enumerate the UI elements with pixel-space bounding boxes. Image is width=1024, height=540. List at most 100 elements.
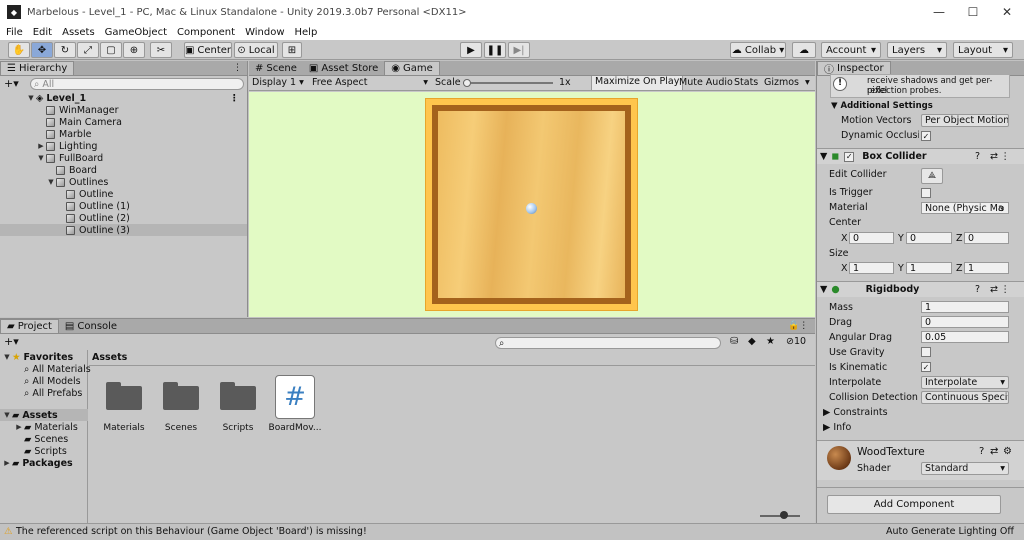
expand-arrow-icon[interactable]: ▶	[14, 423, 24, 431]
is-trigger-checkbox[interactable]	[921, 188, 931, 198]
icon-size-slider-handle[interactable]	[780, 511, 788, 519]
scale-tool-icon[interactable]: ⤢	[77, 42, 99, 58]
create-plus-icon[interactable]: +▾	[4, 77, 19, 90]
size-z-field[interactable]: 1	[964, 262, 1009, 274]
pivot-center-button[interactable]: ▣ Center	[184, 42, 232, 58]
tab-project[interactable]: ▰ Project	[0, 319, 59, 333]
help-icon[interactable]: ?	[979, 446, 984, 457]
presets-icon[interactable]: ⇄	[990, 446, 998, 457]
assets-row[interactable]: ▼ ▰ Assets	[0, 409, 88, 421]
menu-gameobject[interactable]: GameObject	[105, 27, 167, 38]
hierarchy-item[interactable]: Outline (2)	[0, 212, 247, 224]
hierarchy-item[interactable]: ▼ FullBoard	[0, 152, 247, 164]
menu-help[interactable]: Help	[295, 27, 318, 38]
rigidbody-header[interactable]: ▼ ● Rigidbody ? ⇄ ⋮	[817, 281, 1024, 297]
filter-type-icon[interactable]: ⛁	[730, 336, 738, 347]
favorite-item[interactable]: ⌕ All Models	[0, 375, 88, 387]
panel-lock-icon[interactable]: 🔒⋮	[788, 321, 808, 331]
cloud-icon[interactable]: ☁	[792, 42, 816, 58]
collision-detection-dropdown[interactable]: Continuous Speci▾	[921, 391, 1009, 404]
angular-drag-field[interactable]: 0.05	[921, 331, 1009, 343]
move-tool-icon[interactable]: ✥	[31, 42, 53, 58]
aspect-dropdown[interactable]: Free Aspect ▾	[312, 77, 430, 88]
maximize-on-play-toggle[interactable]: Maximize On Play	[591, 76, 684, 90]
center-y-field[interactable]: 0	[906, 232, 952, 244]
custom-tool-icon[interactable]: ✂	[150, 42, 172, 58]
favorites-row[interactable]: ▼ ★ Favorites	[0, 351, 88, 363]
expand-arrow-icon[interactable]: ▶	[823, 407, 830, 418]
pause-button[interactable]: ❚❚	[484, 42, 506, 58]
folder-item[interactable]: ▰ Scenes	[0, 433, 88, 445]
component-menu-icon[interactable]: ⋮	[1001, 151, 1011, 162]
tab-game[interactable]: ◉ Game	[384, 61, 440, 75]
asset-folder[interactable]: Scripts	[208, 375, 268, 437]
collapse-arrow-icon[interactable]: ▼	[820, 151, 827, 162]
step-button[interactable]: ▶|	[508, 42, 530, 58]
mass-field[interactable]: 1	[921, 301, 1009, 313]
menu-edit[interactable]: Edit	[33, 27, 52, 38]
hierarchy-item[interactable]: ▼ Outlines	[0, 176, 247, 188]
motion-vectors-dropdown[interactable]: Per Object Motion▾	[921, 114, 1009, 127]
tab-hierarchy[interactable]: ☰ Hierarchy	[0, 61, 75, 75]
interpolate-dropdown[interactable]: Interpolate ▾	[921, 376, 1009, 389]
asset-folder[interactable]: Scenes	[151, 375, 211, 437]
favorite-item[interactable]: ⌕ All Prefabs	[0, 387, 88, 399]
presets-icon[interactable]: ⇄	[990, 151, 998, 162]
packages-row[interactable]: ▶ ▰ Packages	[0, 457, 88, 469]
scale-slider[interactable]	[463, 82, 553, 84]
physic-material-field[interactable]: None (Physic Ma	[921, 202, 1009, 214]
layout-dropdown[interactable]: Layout ▾	[953, 42, 1013, 58]
info-foldout[interactable]: ▶ Info	[823, 422, 851, 433]
hand-tool-icon[interactable]: ✋	[8, 42, 30, 58]
edit-collider-button[interactable]: ⟁	[921, 168, 943, 184]
play-button[interactable]: ▶	[460, 42, 482, 58]
expand-arrow-icon[interactable]: ▶	[2, 459, 12, 467]
transform-tool-icon[interactable]: ⊕	[123, 42, 145, 58]
minimize-button[interactable]: —	[922, 0, 956, 24]
tab-console[interactable]: ▤ Console	[59, 319, 123, 333]
grid-snap-icon[interactable]: ⊞	[282, 42, 302, 58]
asset-script[interactable]: # BoardMov...	[265, 375, 325, 437]
filter-label-icon[interactable]: ◆	[748, 336, 756, 347]
size-x-field[interactable]: 1	[849, 262, 894, 274]
expand-arrow-icon[interactable]: ▼	[36, 154, 46, 162]
pivot-local-button[interactable]: ⊙ Local	[234, 42, 278, 58]
scene-row[interactable]: ▼ ◈ Level_1 ⋮	[0, 92, 247, 104]
center-x-field[interactable]: 0	[849, 232, 894, 244]
tab-asset-store[interactable]: ▣ Asset Store	[303, 61, 384, 75]
maximize-button[interactable]: ☐	[956, 0, 990, 24]
menu-window[interactable]: Window	[245, 27, 284, 38]
display-dropdown[interactable]: Display 1 ▾	[252, 77, 310, 88]
use-gravity-checkbox[interactable]	[921, 347, 931, 357]
expand-arrow-icon[interactable]: ▶	[823, 422, 830, 433]
expand-arrow-icon[interactable]: ▼	[2, 353, 12, 361]
asset-folder[interactable]: Materials	[94, 375, 154, 437]
scene-menu-icon[interactable]: ⋮	[230, 93, 240, 104]
close-button[interactable]: ✕	[990, 0, 1024, 24]
is-kinematic-checkbox[interactable]: ✓	[921, 362, 931, 372]
layers-dropdown[interactable]: Layers ▾	[887, 42, 947, 58]
presets-icon[interactable]: ⇄	[990, 284, 998, 295]
center-z-field[interactable]: 0	[964, 232, 1009, 244]
dynamic-occlusion-checkbox[interactable]: ✓	[921, 131, 931, 141]
help-icon[interactable]: ?	[975, 151, 980, 162]
component-menu-icon[interactable]: ⋮	[1001, 284, 1011, 295]
hierarchy-item[interactable]: Outline	[0, 188, 247, 200]
favorite-star-icon[interactable]: ★	[766, 336, 775, 347]
hierarchy-item[interactable]: Outline (3)	[0, 224, 247, 236]
favorite-item[interactable]: ⌕ All Materials	[0, 363, 91, 375]
hierarchy-search-input[interactable]: ⌕ All	[30, 78, 244, 90]
account-dropdown[interactable]: Account ▾	[821, 42, 881, 58]
hierarchy-item[interactable]: ▶ Lighting	[0, 140, 247, 152]
stats-toggle[interactable]: Stats	[734, 77, 758, 88]
panel-menu-icon[interactable]: ⋮	[233, 63, 242, 73]
box-collider-header[interactable]: ▼ ◼ ✓ Box Collider ? ⇄ ⋮	[817, 148, 1024, 164]
collapse-arrow-icon[interactable]: ▼	[820, 284, 827, 295]
hierarchy-item[interactable]: Marble	[0, 128, 247, 140]
box-collider-enabled-checkbox[interactable]: ✓	[844, 151, 855, 162]
folder-item[interactable]: ▰ Scripts	[0, 445, 88, 457]
expand-arrow-icon[interactable]: ▼	[46, 178, 56, 186]
constraints-foldout[interactable]: ▶ Constraints	[823, 407, 888, 418]
collab-button[interactable]: ☁ Collab ▾	[730, 42, 786, 58]
hierarchy-item[interactable]: Main Camera	[0, 116, 247, 128]
